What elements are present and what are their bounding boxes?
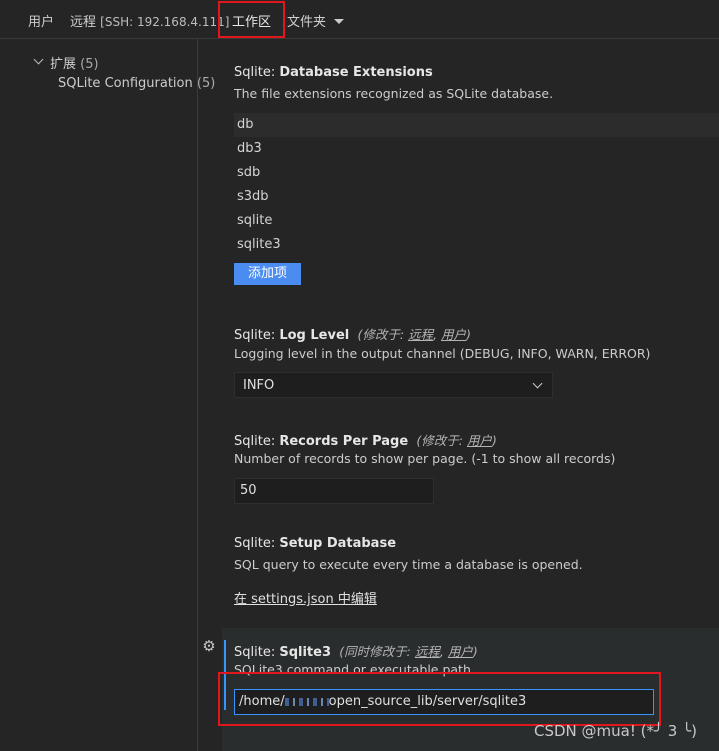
setting-name: Sqlite3 bbox=[279, 645, 332, 660]
modified-suffix: ) bbox=[492, 433, 497, 448]
modified-indicator: (修改于: 远程, 用户) bbox=[357, 327, 471, 342]
caret-down-icon[interactable] bbox=[334, 19, 344, 24]
tab-remote[interactable]: 远程 [SSH: 192.168.4.111] bbox=[70, 11, 229, 30]
toc-group-extensions[interactable]: 扩展 (5) bbox=[50, 53, 99, 72]
modified-prefix: (修改于: bbox=[416, 433, 467, 448]
setting-title-db-extensions: Sqlite: Database Extensions bbox=[234, 65, 433, 80]
modified-link-user[interactable]: 用户 bbox=[441, 327, 466, 342]
setting-description-records-per-page: Number of records to show per page. (-1 … bbox=[234, 451, 616, 466]
setting-name: Log Level bbox=[279, 328, 350, 343]
setting-title-records-per-page: Sqlite: Records Per Page (修改于: 用户) bbox=[234, 430, 497, 449]
setting-title-sqlite3: Sqlite: Sqlite3 (同时修改于: 远程, 用户) bbox=[234, 641, 478, 660]
list-item[interactable]: s3db bbox=[234, 185, 719, 209]
watermark: CSDN @mua! (*╯ 3 ╰) bbox=[534, 722, 697, 740]
toc-item-sqlite-configuration[interactable]: SQLite Configuration (5) bbox=[58, 76, 215, 91]
modified-indicator: (修改于: 用户) bbox=[416, 433, 496, 448]
add-item-button[interactable]: 添加项 bbox=[234, 263, 301, 285]
toc-item-label: SQLite Configuration bbox=[58, 76, 193, 91]
list-item[interactable]: sqlite3 bbox=[234, 233, 719, 257]
modified-link-user[interactable]: 用户 bbox=[448, 644, 473, 659]
records-per-page-input[interactable]: 50 bbox=[234, 478, 434, 504]
log-level-select[interactable]: INFO bbox=[234, 372, 553, 398]
setting-name: Records Per Page bbox=[279, 434, 409, 449]
toc-group-count: (5) bbox=[80, 57, 99, 72]
settings-toc: 扩展 (5) SQLite Configuration (5) bbox=[0, 39, 215, 751]
setting-name: Database Extensions bbox=[279, 65, 433, 80]
setting-prefix: Sqlite: bbox=[234, 434, 280, 449]
modified-link-user[interactable]: 用户 bbox=[467, 433, 492, 448]
gear-icon[interactable]: ⚙ bbox=[201, 638, 217, 654]
settings-scope-tabs: 用户 远程 [SSH: 192.168.4.111] 工作区 文件夹 bbox=[0, 0, 719, 39]
toc-group-label: 扩展 bbox=[50, 57, 77, 72]
setting-description-log-level: Logging level in the output channel (DEB… bbox=[234, 346, 651, 361]
setting-prefix: Sqlite: bbox=[234, 328, 280, 343]
edit-in-settings-json-link[interactable]: 在 settings.json 中编辑 bbox=[234, 588, 377, 607]
list-item[interactable]: sqlite bbox=[234, 209, 719, 233]
modified-link-remote[interactable]: 远程 bbox=[408, 327, 433, 342]
modified-suffix: ) bbox=[472, 644, 478, 659]
list-item[interactable]: db bbox=[234, 113, 719, 137]
list-item[interactable]: db3 bbox=[234, 137, 719, 161]
modified-prefix: (修改于: bbox=[357, 327, 409, 342]
sqlite3-input-highlight bbox=[218, 672, 661, 726]
setting-description-db-extensions: The file extensions recognized as SQLite… bbox=[234, 86, 554, 101]
setting-prefix: Sqlite: bbox=[234, 536, 280, 551]
tab-remote-label: 远程 bbox=[70, 15, 97, 30]
list-item[interactable]: sdb bbox=[234, 161, 719, 185]
modified-suffix: ) bbox=[466, 327, 471, 342]
setting-title-log-level: Sqlite: Log Level (修改于: 远程, 用户) bbox=[234, 324, 471, 343]
toc-item-count: (5) bbox=[196, 76, 216, 91]
tab-folder[interactable]: 文件夹 bbox=[287, 11, 326, 30]
chevron-down-icon bbox=[532, 378, 543, 389]
tab-remote-detail: [SSH: 192.168.4.111] bbox=[100, 15, 230, 29]
tab-user[interactable]: 用户 bbox=[28, 11, 54, 30]
modified-indicator: (同时修改于: 远程, 用户) bbox=[339, 644, 478, 659]
chevron-down-icon[interactable] bbox=[33, 54, 44, 65]
setting-prefix: Sqlite: bbox=[234, 65, 280, 80]
modified-prefix: (同时修改于: bbox=[339, 644, 415, 659]
setting-prefix: Sqlite: bbox=[234, 645, 280, 660]
log-level-value: INFO bbox=[243, 378, 275, 393]
modified-link-remote[interactable]: 远程 bbox=[415, 644, 440, 659]
setting-name: Setup Database bbox=[279, 536, 397, 551]
workspace-tab-highlight bbox=[218, 1, 285, 38]
setting-description-setup-database: SQL query to execute every time a databa… bbox=[234, 557, 583, 572]
setting-title-setup-database: Sqlite: Setup Database bbox=[234, 536, 396, 551]
